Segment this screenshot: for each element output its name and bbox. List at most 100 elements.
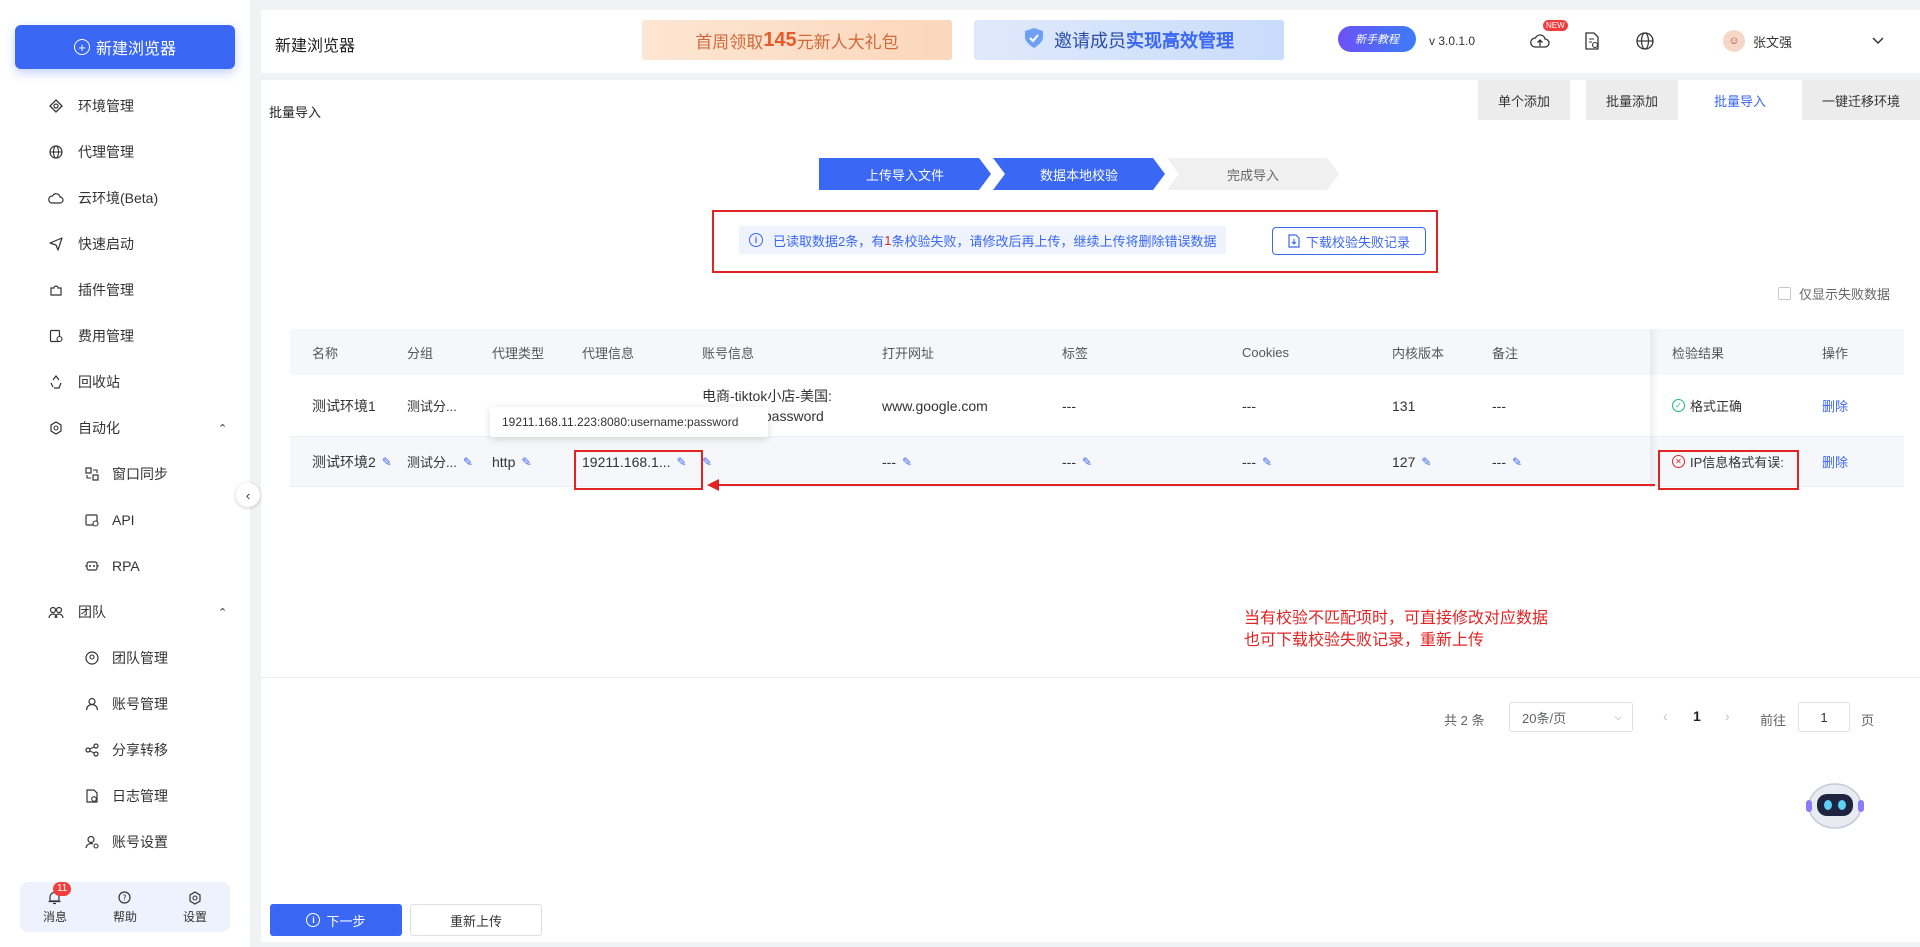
sidebar-item-plugins[interactable]: 插件管理	[0, 272, 250, 308]
new-browser-button[interactable]: + 新建浏览器	[15, 25, 235, 69]
sidebar-item-automation[interactable]: 自动化 ⌃	[0, 410, 250, 446]
download-file-icon	[1288, 234, 1300, 248]
col-group: 分组	[407, 345, 434, 361]
avatar: ☺	[1723, 30, 1745, 52]
tab-batch-import[interactable]: 批量导入	[1693, 80, 1786, 120]
next-step-button[interactable]: i 下一步	[270, 904, 402, 936]
goto-page-input[interactable]	[1798, 702, 1850, 732]
cell-tags: ---	[1062, 397, 1076, 414]
sidebar-item-api[interactable]: API	[0, 502, 250, 538]
cell-name: 测试环境2 ✎	[312, 453, 392, 470]
promo-banner-gift[interactable]: 首周领取 145 元新人大礼包	[642, 20, 952, 60]
sidebar-item-cloud[interactable]: 云环境(Beta)	[0, 180, 250, 216]
edit-pencil-icon[interactable]: ✎	[382, 455, 392, 469]
col-tags: 标签	[1062, 345, 1089, 361]
chevron-up-icon[interactable]: ⌃	[218, 606, 227, 619]
result-error-highlight	[1658, 450, 1799, 490]
validation-alert-highlight: i 已读取数据2条，有 1 条校验失败，请修改后再上传，继续上传将删除错误数据 下载…	[712, 210, 1438, 273]
delete-link[interactable]: 删除	[1822, 437, 1848, 486]
edit-pencil-icon[interactable]: ✎	[702, 455, 712, 469]
page-number[interactable]: 1	[1693, 708, 1701, 724]
user-menu[interactable]: ☺ 张文强	[1723, 30, 1792, 52]
settings-button[interactable]: 设置	[183, 890, 207, 925]
sidebar-item-recycle[interactable]: 回收站	[0, 364, 250, 400]
edit-pencil-icon[interactable]: ✎	[463, 455, 473, 469]
annotation-arrow	[707, 479, 1655, 491]
prev-page-button[interactable]: ‹	[1663, 708, 1668, 724]
cloud-icon	[48, 190, 64, 206]
sidebar-item-logs[interactable]: 日志管理	[0, 778, 250, 814]
cell-cookies: ---	[1242, 397, 1256, 414]
edit-pencil-icon[interactable]: ✎	[1421, 455, 1431, 469]
check-circle-icon: ✓	[1672, 399, 1685, 412]
col-open-url: 打开网址	[882, 345, 935, 361]
paper-plane-icon	[48, 236, 64, 252]
only-show-failed-checkbox[interactable]: 仅显示失败数据	[1777, 284, 1890, 303]
checkbox[interactable]	[1777, 287, 1791, 300]
cloud-upload-button[interactable]: NEW	[1529, 20, 1568, 52]
cell-name: 测试环境1	[312, 397, 376, 414]
sidebar-item-account-manage[interactable]: 账号管理	[0, 686, 250, 722]
sidebar-item-team[interactable]: 团队 ⌃	[0, 594, 250, 630]
sidebar-item-account-settings[interactable]: 账号设置	[0, 824, 250, 860]
billing-icon	[48, 328, 64, 344]
sidebar-item-team-manage[interactable]: 团队管理	[0, 640, 250, 676]
delete-link[interactable]: 删除	[1822, 375, 1848, 436]
edit-pencil-icon[interactable]: ✎	[1262, 455, 1272, 469]
col-cookies: Cookies	[1242, 344, 1289, 360]
sidebar-item-quick-start[interactable]: 快速启动	[0, 226, 250, 262]
cell-result-ok: ✓ 格式正确	[1672, 375, 1742, 436]
reupload-button[interactable]: 重新上传	[410, 904, 542, 936]
sidebar-item-billing[interactable]: 费用管理	[0, 318, 250, 354]
tab-single-add[interactable]: 单个添加	[1477, 80, 1570, 120]
shield-icon	[1024, 27, 1044, 54]
edit-pencil-icon[interactable]: ✎	[902, 455, 912, 469]
total-count: 共 2 条	[1444, 713, 1485, 728]
step-local-validate: 数据本地校验	[1039, 167, 1118, 183]
share-icon	[84, 742, 100, 758]
edit-pencil-icon[interactable]: ✎	[521, 455, 531, 469]
sidebar-item-environment[interactable]: 环境管理	[0, 88, 250, 124]
edit-pencil-icon[interactable]: ✎	[1512, 455, 1522, 469]
page-size-select[interactable]: 20条/页 ⌵	[1509, 702, 1633, 732]
gear-icon	[187, 890, 203, 906]
download-failed-records-button[interactable]: 下载校验失败记录	[1272, 227, 1426, 255]
ai-assistant-robot-icon[interactable]	[1804, 776, 1866, 832]
document-settings-button[interactable]	[1581, 30, 1603, 52]
sidebar-item-rpa[interactable]: RPA	[0, 548, 250, 584]
tab-batch-add[interactable]: 批量添加	[1585, 80, 1678, 120]
header-title: 新建浏览器	[275, 38, 356, 55]
col-account-info: 账号信息	[702, 345, 755, 361]
chevron-left-icon: ‹	[245, 487, 251, 503]
cell-url: www.google.com	[882, 397, 988, 414]
annotation-note: 当有校验不匹配项时，可直接修改对应数据 也可下载校验失败记录，重新上传	[1244, 610, 1549, 649]
chevron-down-icon[interactable]	[1871, 32, 1885, 48]
sidebar-item-proxy[interactable]: 代理管理	[0, 134, 250, 170]
chevron-up-icon[interactable]: ⌃	[218, 422, 227, 435]
col-result: 检验结果	[1672, 345, 1725, 361]
language-globe-button[interactable]	[1634, 30, 1656, 52]
cell-kernel: 131	[1392, 397, 1416, 414]
api-icon	[84, 512, 100, 528]
automation-icon	[48, 420, 64, 436]
col-remark: 备注	[1492, 345, 1519, 361]
tab-one-click-migrate[interactable]: 一键迁移环境	[1801, 80, 1920, 120]
col-proxy-type: 代理类型	[492, 345, 545, 361]
cell-proxy-type: http ✎	[492, 453, 532, 470]
messages-count-badge: 11	[52, 881, 72, 896]
sidebar-collapse-button[interactable]: ‹	[236, 483, 260, 507]
cell-group: 测试分...	[407, 399, 457, 414]
import-steps: 上传导入文件 数据本地校验 完成导入	[819, 158, 1339, 190]
team-icon	[48, 604, 64, 620]
main-panel: 批量导入 单个添加 批量添加 批量导入 一键迁移环境 上传导入文件 数据本地校验…	[261, 80, 1920, 942]
sidebar-item-share[interactable]: 分享转移	[0, 732, 250, 768]
promo-banner-invite[interactable]: 邀请成员 实现高效管理	[974, 20, 1284, 60]
help-button[interactable]: ? 帮助	[113, 890, 137, 925]
messages-button[interactable]: 11 消息	[43, 881, 72, 925]
tutorial-button[interactable]: 新手教程	[1338, 26, 1416, 52]
edit-pencil-icon[interactable]: ✎	[1082, 455, 1092, 469]
validation-alert: i 已读取数据2条，有 1 条校验失败，请修改后再上传，继续上传将删除错误数据	[739, 226, 1227, 254]
sidebar-item-window-sync[interactable]: 窗口同步	[0, 456, 250, 492]
next-page-button[interactable]: ›	[1725, 708, 1730, 724]
col-name: 名称	[312, 345, 339, 361]
